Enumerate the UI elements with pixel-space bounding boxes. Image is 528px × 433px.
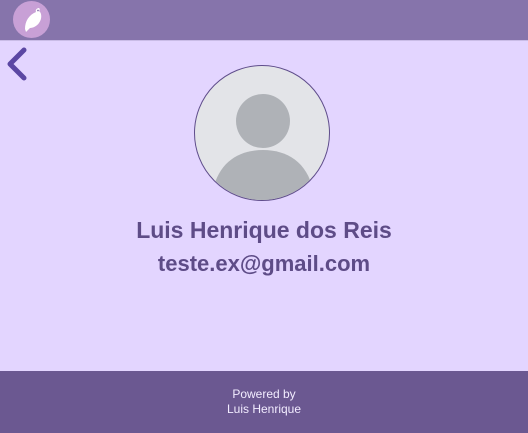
top-bar bbox=[0, 0, 528, 41]
profile-section: Luis Henrique dos Reis teste.ex@gmail.co… bbox=[0, 41, 528, 371]
bird-logo-icon[interactable] bbox=[13, 1, 50, 38]
default-user-avatar-icon bbox=[213, 94, 313, 200]
footer-powered-by: Powered by bbox=[232, 387, 296, 401]
avatar bbox=[194, 65, 330, 201]
user-name: Luis Henrique dos Reis bbox=[136, 217, 392, 243]
footer-author: Luis Henrique bbox=[226, 402, 302, 416]
user-email: teste.ex@gmail.com bbox=[157, 251, 371, 276]
footer: Powered by Luis Henrique bbox=[0, 371, 528, 433]
